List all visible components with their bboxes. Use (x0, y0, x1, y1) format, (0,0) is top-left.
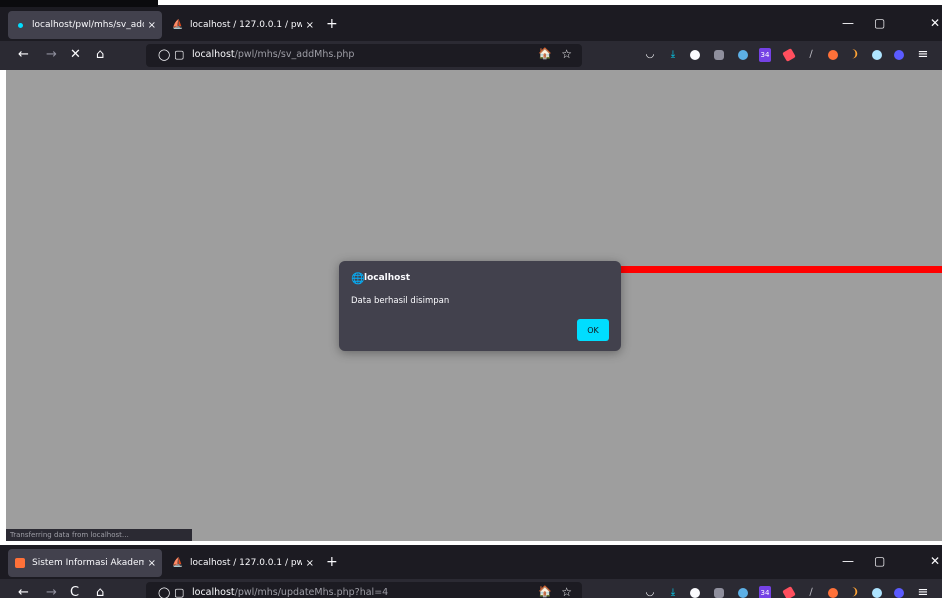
window-close-button[interactable]: ✕ (930, 16, 940, 30)
top-strip (0, 0, 942, 7)
screenshot: localhost/pwl/mhs/sv_addMhs × ⛵ localhos… (0, 0, 942, 598)
back-button[interactable]: ← (18, 585, 29, 598)
ext-shield-icon[interactable] (712, 48, 726, 62)
tab-label: localhost/pwl/mhs/sv_addMhs (32, 20, 144, 30)
url-text: localhost/pwl/mhs/sv_addMhs.php (192, 49, 354, 60)
ext-pen-icon[interactable]: ∕ (804, 48, 818, 62)
ext-eraser-icon[interactable] (782, 586, 796, 598)
ext-violet-icon[interactable] (892, 48, 906, 62)
tab-phpmyadmin[interactable]: ⛵ localhost / 127.0.0.1 / pwl2021 × (166, 549, 320, 577)
forward-button[interactable]: → (46, 585, 57, 598)
maximize-button[interactable]: ▢ (874, 16, 885, 30)
phpmyadmin-icon: ⛵ (172, 20, 184, 30)
ext-shield-icon[interactable] (712, 586, 726, 598)
new-tab-button[interactable]: + (326, 555, 338, 569)
tab-phpmyadmin[interactable]: ⛵ localhost / 127.0.0.1 / pwl2021 × (166, 11, 320, 39)
window-close-button[interactable]: ✕ (930, 554, 940, 568)
downloads-icon[interactable]: ⤓ (666, 586, 680, 598)
home-page-icon[interactable]: 🏠 (538, 585, 552, 598)
dialog-origin: localhost (364, 273, 411, 283)
ext-badge-count: 34 (758, 586, 772, 598)
back-button[interactable]: ← (18, 47, 29, 63)
tab-sv-addmhs[interactable]: localhost/pwl/mhs/sv_addMhs × (8, 11, 162, 39)
url-path: /pwl/mhs/sv_addMhs.php (234, 49, 355, 60)
nav-toolbar: ← → C ⌂ ◯ ▢ localhost/pwl/mhs/updateMhs.… (0, 579, 942, 598)
stop-button[interactable]: ✕ (70, 47, 81, 63)
ext-globe-icon[interactable] (736, 48, 750, 62)
browser-window-1: localhost/pwl/mhs/sv_addMhs × ⛵ localhos… (0, 7, 942, 70)
menu-icon[interactable]: ≡ (916, 586, 930, 598)
ext-orange-icon[interactable] (826, 586, 840, 598)
ext-pen-icon[interactable]: ∕ (804, 586, 818, 598)
loading-dot-icon (14, 19, 26, 31)
maximize-button[interactable]: ▢ (874, 554, 885, 568)
home-button[interactable]: ⌂ (96, 585, 104, 598)
tab-close-icon[interactable]: × (148, 558, 156, 569)
downloads-icon[interactable]: ⤓ (666, 48, 680, 62)
ext-badge-icon[interactable]: 34 (758, 48, 772, 62)
ext-globe-icon[interactable] (736, 586, 750, 598)
tab-close-icon[interactable]: × (306, 20, 314, 31)
url-host: localhost (192, 587, 235, 598)
url-path: /pwl/mhs/updateMhs.php?hal=4 (234, 587, 389, 598)
tracking-shield-icon[interactable]: ◯ (158, 48, 170, 61)
bookmark-star-icon[interactable]: ☆ (561, 585, 572, 598)
home-page-icon[interactable]: 🏠 (538, 47, 552, 60)
ext-blue-dot-icon[interactable] (870, 48, 884, 62)
ext-orange-icon[interactable] (826, 48, 840, 62)
dialog-message: Data berhasil disimpan (351, 296, 450, 306)
pocket-icon[interactable]: ◡ (643, 586, 657, 598)
tab-label: localhost / 127.0.0.1 / pwl2021 (190, 20, 302, 30)
browser-window-2: Sistem Informasi Akademik::Da × ⛵ localh… (0, 545, 942, 598)
page-info-icon[interactable]: ▢ (174, 48, 184, 61)
ext-eraser-icon[interactable] (782, 48, 796, 62)
minimize-button[interactable]: — (842, 16, 854, 30)
tab-label: localhost / 127.0.0.1 / pwl2021 (190, 558, 302, 568)
page-content: Transferring data from localhost… 🌐 loca… (6, 70, 942, 541)
new-tab-button[interactable]: + (326, 17, 338, 31)
ok-button[interactable]: OK (577, 319, 609, 341)
url-host: localhost (192, 49, 235, 60)
ext-moon-icon[interactable]: ❩ (848, 586, 862, 598)
nav-toolbar: ← → ✕ ⌂ ◯ ▢ localhost/pwl/mhs/sv_addMhs.… (0, 41, 942, 70)
status-bar: Transferring data from localhost… (6, 529, 192, 541)
phpmyadmin-icon: ⛵ (172, 558, 184, 568)
ext-moon-icon[interactable]: ❩ (848, 48, 862, 62)
forward-button[interactable]: → (46, 47, 57, 63)
pocket-icon[interactable]: ◡ (643, 48, 657, 62)
top-black-block (0, 0, 158, 7)
page-info-icon[interactable]: ▢ (174, 586, 184, 598)
menu-icon[interactable]: ≡ (916, 48, 930, 62)
ext-badge-count: 34 (758, 48, 772, 62)
tab-bar: Sistem Informasi Akademik::Da × ⛵ localh… (0, 545, 942, 579)
ext-s-icon[interactable] (688, 48, 702, 62)
tab-close-icon[interactable]: × (148, 20, 156, 31)
url-bar[interactable]: ◯ ▢ localhost/pwl/mhs/updateMhs.php?hal=… (146, 582, 582, 598)
app-orange-icon (14, 557, 26, 569)
globe-icon: 🌐 (351, 272, 365, 285)
ext-badge-icon[interactable]: 34 (758, 586, 772, 598)
tracking-shield-icon[interactable]: ◯ (158, 586, 170, 598)
alert-dialog: 🌐 localhost Data berhasil disimpan OK (339, 261, 621, 351)
url-bar[interactable]: ◯ ▢ localhost/pwl/mhs/sv_addMhs.php 🏠 ☆ (146, 44, 582, 67)
ext-s-icon[interactable] (688, 586, 702, 598)
tab-sistem-informasi[interactable]: Sistem Informasi Akademik::Da × (8, 549, 162, 577)
reload-button[interactable]: C (70, 585, 79, 598)
ext-blue-dot-icon[interactable] (870, 586, 884, 598)
tab-close-icon[interactable]: × (306, 558, 314, 569)
tab-label: Sistem Informasi Akademik::Da (32, 558, 144, 568)
bookmark-star-icon[interactable]: ☆ (561, 47, 572, 61)
home-button[interactable]: ⌂ (96, 47, 104, 63)
loading-progress-bar (620, 266, 942, 273)
tab-bar: localhost/pwl/mhs/sv_addMhs × ⛵ localhos… (0, 7, 942, 41)
ext-violet-icon[interactable] (892, 586, 906, 598)
minimize-button[interactable]: — (842, 554, 854, 568)
url-text: localhost/pwl/mhs/updateMhs.php?hal=4 (192, 587, 388, 598)
